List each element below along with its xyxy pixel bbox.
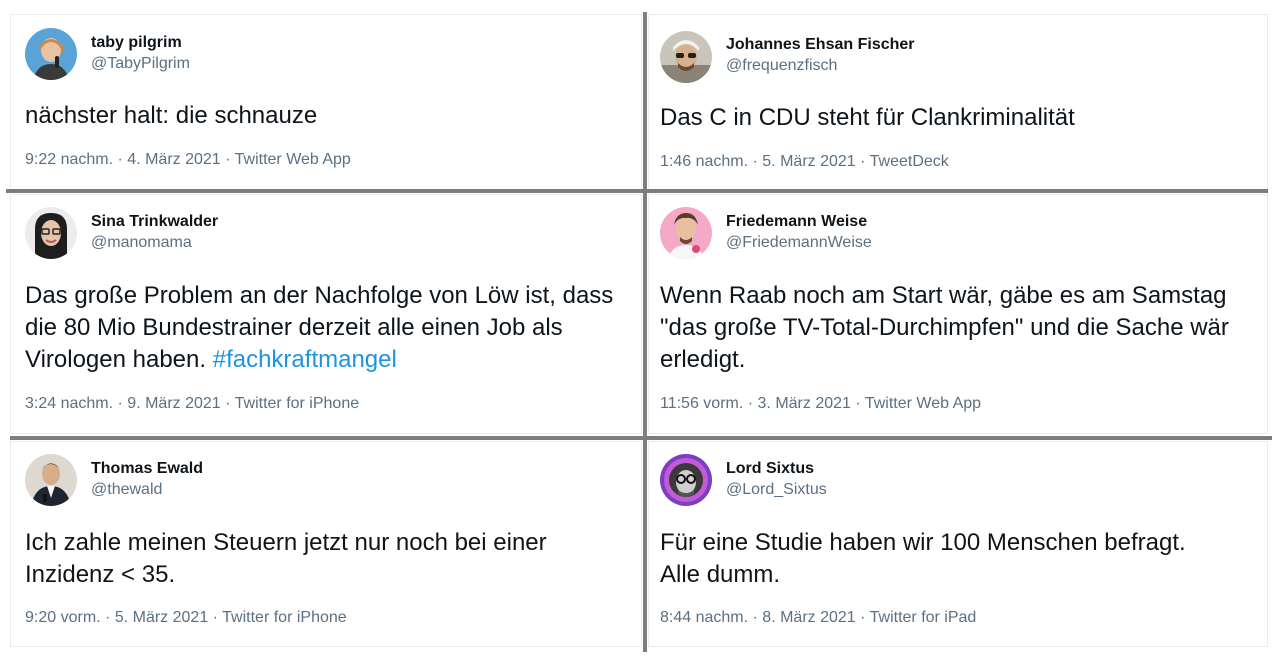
tweet-text: nächster halt: die schnauze (25, 102, 318, 129)
profile-photo-man-sunglasses-icon (660, 31, 712, 83)
meta-separator: · (752, 153, 758, 170)
tweet-text: Wenn Raab noch am Start wär, gäbe es am … (660, 282, 1229, 373)
avatar[interactable] (660, 31, 712, 83)
profile-photo-woman-glasses-icon (25, 207, 77, 259)
meta-separator: · (860, 153, 866, 170)
tweet-text: Für eine Studie haben wir 100 Menschen b… (660, 529, 1186, 588)
avatar[interactable] (25, 454, 77, 506)
display-name[interactable]: Sina Trinkwalder (91, 213, 218, 231)
display-name[interactable]: Thomas Ewald (91, 460, 203, 478)
tweet-time[interactable]: 8:44 nachm. (660, 609, 748, 626)
tweet-date[interactable]: 5. März 2021 (762, 153, 855, 170)
avatar[interactable] (660, 207, 712, 259)
display-name[interactable]: taby pilgrim (91, 34, 182, 52)
tweet-date[interactable]: 5. März 2021 (115, 609, 208, 626)
tweet-source[interactable]: Twitter Web App (235, 151, 351, 168)
meta-separator: · (860, 609, 866, 626)
user-handle[interactable]: @manomama (91, 234, 192, 252)
meta-separator: · (225, 151, 231, 168)
tweet-card[interactable]: Friedemann Weise @FriedemannWeise Wenn R… (648, 194, 1268, 434)
meta-separator: · (212, 609, 218, 626)
meta-separator: · (855, 395, 861, 412)
tweet-source[interactable]: Twitter for iPhone (222, 609, 347, 626)
tweet-date[interactable]: 8. März 2021 (762, 609, 855, 626)
tweet-text: Das C in CDU steht für Clankriminalität (660, 104, 1075, 131)
profile-photo-man-pink-background-icon (660, 207, 712, 259)
tweet-date[interactable]: 4. März 2021 (127, 151, 220, 168)
tweet-metadata: 9:22 nachm. · 4. März 2021 · Twitter Web… (25, 151, 351, 169)
avatar[interactable] (25, 28, 77, 80)
avatar[interactable] (25, 207, 77, 259)
user-handle[interactable]: @frequenzfisch (726, 57, 837, 75)
tweet-date[interactable]: 9. März 2021 (127, 395, 220, 412)
tweet-text: Das große Problem an der Nachfolge von L… (25, 280, 643, 376)
tweet-metadata: 8:44 nachm. · 8. März 2021 · Twitter for… (660, 609, 976, 627)
user-handle[interactable]: @TabyPilgrim (91, 55, 190, 73)
tweet-time[interactable]: 9:20 vorm. (25, 609, 101, 626)
user-handle[interactable]: @Lord_Sixtus (726, 481, 827, 499)
display-name[interactable]: Johannes Ehsan Fischer (726, 36, 915, 54)
tweet-card[interactable]: Sina Trinkwalder @manomama Das große Pro… (10, 194, 642, 434)
tweet-metadata: 9:20 vorm. · 5. März 2021 · Twitter for … (25, 609, 347, 627)
meta-separator: · (105, 609, 111, 626)
tweet-source[interactable]: TweetDeck (870, 153, 949, 170)
meta-separator: · (225, 395, 231, 412)
display-name[interactable]: Lord Sixtus (726, 460, 814, 478)
meta-separator: · (117, 151, 123, 168)
user-handle[interactable]: @FriedemannWeise (726, 234, 872, 252)
tweet-metadata: 3:24 nachm. · 9. März 2021 · Twitter for… (25, 395, 359, 413)
avatar[interactable] (660, 454, 712, 506)
meta-separator: · (752, 609, 758, 626)
meta-separator: · (117, 395, 123, 412)
tweet-source[interactable]: Twitter for iPad (870, 609, 977, 626)
hashtag-link[interactable]: #fachkraftmangel (213, 346, 397, 373)
display-name[interactable]: Friedemann Weise (726, 213, 867, 231)
profile-photo-man-suit-icon (25, 454, 77, 506)
tweet-source[interactable]: Twitter Web App (865, 395, 981, 412)
tweet-time[interactable]: 3:24 nachm. (25, 395, 113, 412)
tweet-card[interactable]: Thomas Ewald @thewald Ich zahle meinen S… (10, 441, 642, 647)
profile-photo-woman-microphone-icon (25, 28, 77, 80)
tweet-metadata: 11:56 vorm. · 3. März 2021 · Twitter Web… (660, 395, 981, 413)
tweet-card[interactable]: Lord Sixtus @Lord_Sixtus Für eine Studie… (648, 441, 1268, 647)
user-handle[interactable]: @thewald (91, 481, 162, 499)
tweet-time[interactable]: 11:56 vorm. (660, 395, 743, 412)
vertical-divider (643, 12, 647, 652)
horizontal-divider-bottom (10, 436, 1272, 440)
tweet-metadata: 1:46 nachm. · 5. März 2021 · TweetDeck (660, 153, 949, 171)
profile-photo-man-glasses-purple-icon (660, 454, 712, 506)
tweet-card[interactable]: taby pilgrim @TabyPilgrim nächster halt:… (10, 14, 642, 190)
tweet-time[interactable]: 9:22 nachm. (25, 151, 113, 168)
horizontal-divider-top (6, 189, 1268, 193)
tweet-text: Ich zahle meinen Steuern jetzt nur noch … (25, 529, 547, 588)
tweet-time[interactable]: 1:46 nachm. (660, 153, 748, 170)
tweet-date[interactable]: 3. März 2021 (758, 395, 851, 412)
meta-separator: · (747, 395, 754, 412)
tweet-source[interactable]: Twitter for iPhone (235, 395, 360, 412)
tweet-card[interactable]: Johannes Ehsan Fischer @frequenzfisch Da… (648, 14, 1268, 190)
